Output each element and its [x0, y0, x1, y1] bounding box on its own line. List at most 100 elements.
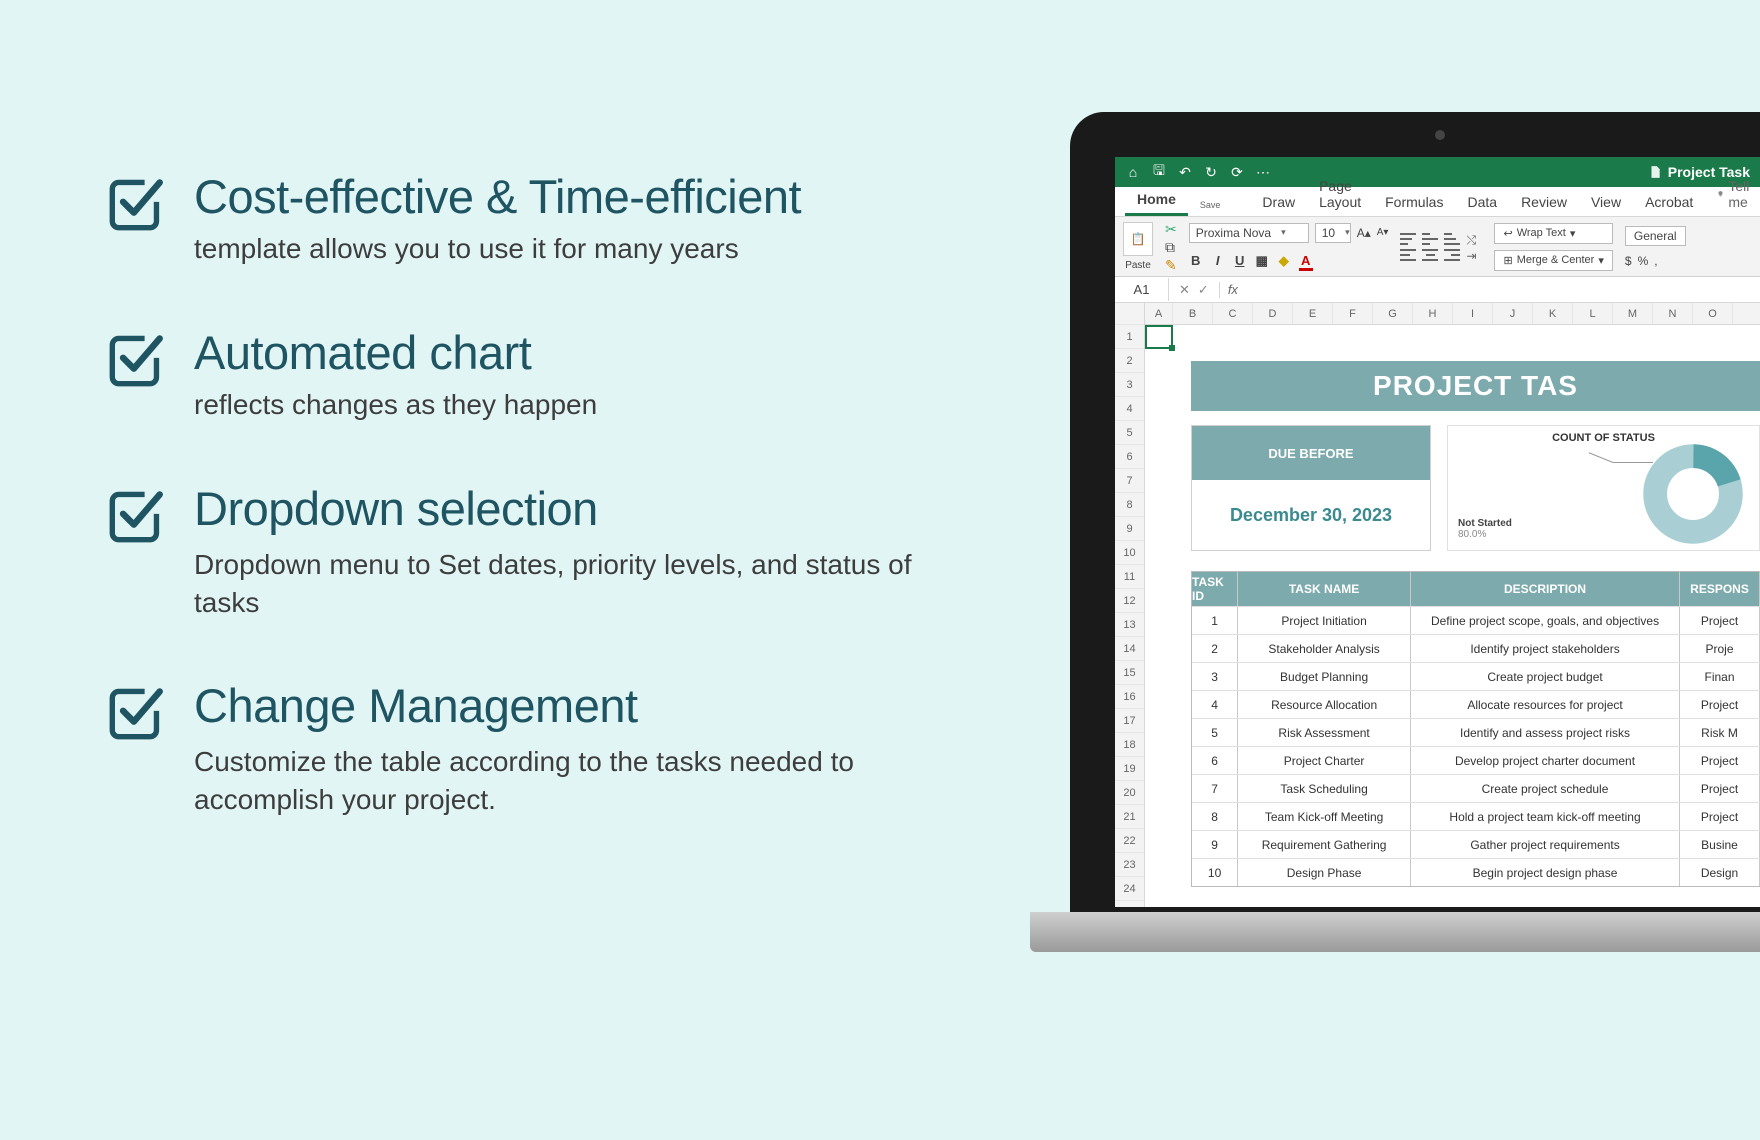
row-header[interactable]: 14	[1115, 637, 1144, 661]
paste-button[interactable]: 📋 Paste	[1123, 222, 1153, 271]
align-left-icon[interactable]	[1400, 249, 1416, 261]
column-header[interactable]: J	[1493, 303, 1533, 324]
tab-formulas[interactable]: Formulas	[1373, 188, 1455, 216]
row-header[interactable]: 5	[1115, 421, 1144, 445]
italic-button[interactable]: I	[1211, 253, 1225, 271]
table-row[interactable]: 2Stakeholder AnalysisIdentify project st…	[1192, 634, 1760, 662]
cell-id[interactable]: 5	[1192, 719, 1238, 746]
column-header[interactable]: L	[1573, 303, 1613, 324]
align-bottom-icon[interactable]	[1444, 233, 1460, 245]
tab-draw[interactable]: Draw	[1250, 188, 1307, 216]
cell-desc[interactable]: Define project scope, goals, and objecti…	[1411, 607, 1680, 634]
cell-name[interactable]: Design Phase	[1238, 859, 1411, 886]
column-header[interactable]: E	[1293, 303, 1333, 324]
tab-page-layout[interactable]: Page Layout	[1307, 172, 1373, 216]
table-row[interactable]: 3Budget PlanningCreate project budgetFin…	[1192, 662, 1760, 690]
spreadsheet-grid[interactable]: 1234567891011121314151617181920212223242…	[1115, 303, 1760, 907]
cell-resp[interactable]: Risk M	[1680, 719, 1760, 746]
cell-name[interactable]: Project Initiation	[1238, 607, 1411, 634]
column-header[interactable]: I	[1453, 303, 1493, 324]
row-header[interactable]: 17	[1115, 709, 1144, 733]
table-row[interactable]: 7Task SchedulingCreate project scheduleP…	[1192, 774, 1760, 802]
tab-view[interactable]: View	[1579, 188, 1633, 216]
column-header[interactable]: K	[1533, 303, 1573, 324]
orientation-icon[interactable]: ⤭	[1466, 233, 1482, 245]
table-row[interactable]: 1Project InitiationDefine project scope,…	[1192, 606, 1760, 634]
indent-icon[interactable]: ⇥	[1466, 249, 1482, 261]
increase-font-icon[interactable]: A▴	[1357, 226, 1371, 240]
redo-icon[interactable]: ↻	[1203, 164, 1219, 180]
row-header[interactable]: 4	[1115, 397, 1144, 421]
refresh-icon[interactable]: ⟳	[1229, 164, 1245, 180]
comma-icon[interactable]: ,	[1654, 254, 1657, 268]
cell-desc[interactable]: Identify project stakeholders	[1411, 635, 1680, 662]
row-header[interactable]: 19	[1115, 757, 1144, 781]
border-button[interactable]: ▦	[1255, 253, 1269, 271]
bold-button[interactable]: B	[1189, 253, 1203, 271]
cell-resp[interactable]: Finan	[1680, 663, 1760, 690]
column-header[interactable]: C	[1213, 303, 1253, 324]
column-header[interactable]: G	[1373, 303, 1413, 324]
table-row[interactable]: 6Project CharterDevelop project charter …	[1192, 746, 1760, 774]
cell-desc[interactable]: Begin project design phase	[1411, 859, 1680, 886]
table-row[interactable]: 10Design PhaseBegin project design phase…	[1192, 858, 1760, 886]
cell-id[interactable]: 2	[1192, 635, 1238, 662]
cell-desc[interactable]: Hold a project team kick-off meeting	[1411, 803, 1680, 830]
column-header[interactable]: D	[1253, 303, 1293, 324]
column-header[interactable]: A	[1145, 303, 1173, 324]
table-row[interactable]: 4Resource AllocationAllocate resources f…	[1192, 690, 1760, 718]
table-row[interactable]: 9Requirement GatheringGather project req…	[1192, 830, 1760, 858]
font-select[interactable]: Proxima Nova	[1189, 223, 1309, 243]
column-header[interactable]: B	[1173, 303, 1213, 324]
decrease-font-icon[interactable]: A▾	[1377, 227, 1389, 238]
row-header[interactable]: 15	[1115, 661, 1144, 685]
tell-me[interactable]: Tell me	[1705, 172, 1760, 216]
cell-id[interactable]: 10	[1192, 859, 1238, 886]
cancel-icon[interactable]: ✕	[1179, 282, 1190, 298]
row-header[interactable]: 25	[1115, 901, 1144, 907]
due-before-value[interactable]: December 30, 2023	[1192, 480, 1430, 550]
font-color-button[interactable]: A	[1299, 253, 1313, 271]
cell-resp[interactable]: Project	[1680, 803, 1760, 830]
table-row[interactable]: 8Team Kick-off MeetingHold a project tea…	[1192, 802, 1760, 830]
row-header[interactable]: 21	[1115, 805, 1144, 829]
column-header[interactable]: M	[1613, 303, 1653, 324]
cell-desc[interactable]: Gather project requirements	[1411, 831, 1680, 858]
enter-icon[interactable]: ✓	[1198, 282, 1209, 298]
row-header[interactable]: 9	[1115, 517, 1144, 541]
row-header[interactable]: 12	[1115, 589, 1144, 613]
cell-id[interactable]: 8	[1192, 803, 1238, 830]
row-header[interactable]: 10	[1115, 541, 1144, 565]
column-header[interactable]: O	[1693, 303, 1733, 324]
number-format-select[interactable]: General	[1625, 226, 1686, 246]
copy-icon[interactable]: ⧉	[1165, 240, 1177, 254]
format-painter-icon[interactable]: ✎	[1165, 258, 1177, 272]
row-header[interactable]: 11	[1115, 565, 1144, 589]
cell-name[interactable]: Team Kick-off Meeting	[1238, 803, 1411, 830]
percent-icon[interactable]: %	[1638, 254, 1649, 268]
size-select[interactable]: 10	[1315, 223, 1351, 243]
home-icon[interactable]: ⌂	[1125, 164, 1141, 180]
select-all[interactable]	[1115, 303, 1144, 325]
row-header[interactable]: 7	[1115, 469, 1144, 493]
align-right-icon[interactable]	[1444, 249, 1460, 261]
name-box[interactable]: A1	[1115, 278, 1169, 301]
wrap-text-button[interactable]: ↩ Wrap Text ▾	[1494, 223, 1612, 244]
cell-resp[interactable]: Project	[1680, 775, 1760, 802]
row-header[interactable]: 23	[1115, 853, 1144, 877]
row-header[interactable]: 3	[1115, 373, 1144, 397]
align-center-icon[interactable]	[1422, 249, 1438, 261]
cell-name[interactable]: Project Charter	[1238, 747, 1411, 774]
cell-id[interactable]: 6	[1192, 747, 1238, 774]
fill-color-button[interactable]: ◆	[1277, 253, 1291, 271]
cell-name[interactable]: Budget Planning	[1238, 663, 1411, 690]
cell-resp[interactable]: Proje	[1680, 635, 1760, 662]
cell-resp[interactable]: Project	[1680, 607, 1760, 634]
cell-name[interactable]: Resource Allocation	[1238, 691, 1411, 718]
column-header[interactable]: N	[1653, 303, 1693, 324]
cell-name[interactable]: Task Scheduling	[1238, 775, 1411, 802]
cell-resp[interactable]: Project	[1680, 691, 1760, 718]
align-middle-icon[interactable]	[1422, 233, 1438, 245]
row-header[interactable]: 20	[1115, 781, 1144, 805]
cell-id[interactable]: 9	[1192, 831, 1238, 858]
